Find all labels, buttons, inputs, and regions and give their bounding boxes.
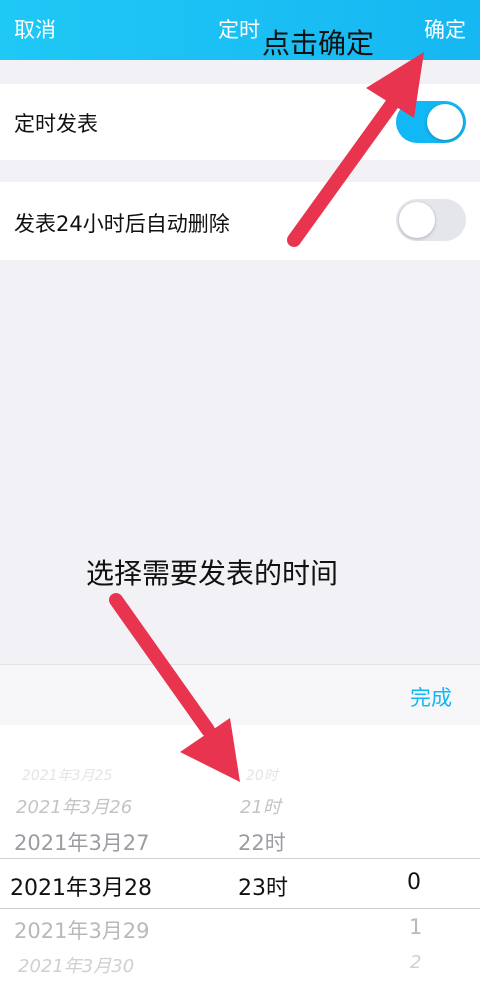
annotation-choose-time: 选择需要发表的时间 — [86, 557, 339, 590]
arrow-to-picker-icon — [109, 593, 240, 782]
annotation-tap-confirm: 点击确定 — [262, 27, 375, 60]
annotation-arrows — [109, 52, 424, 782]
arrow-to-confirm-icon — [287, 52, 424, 247]
